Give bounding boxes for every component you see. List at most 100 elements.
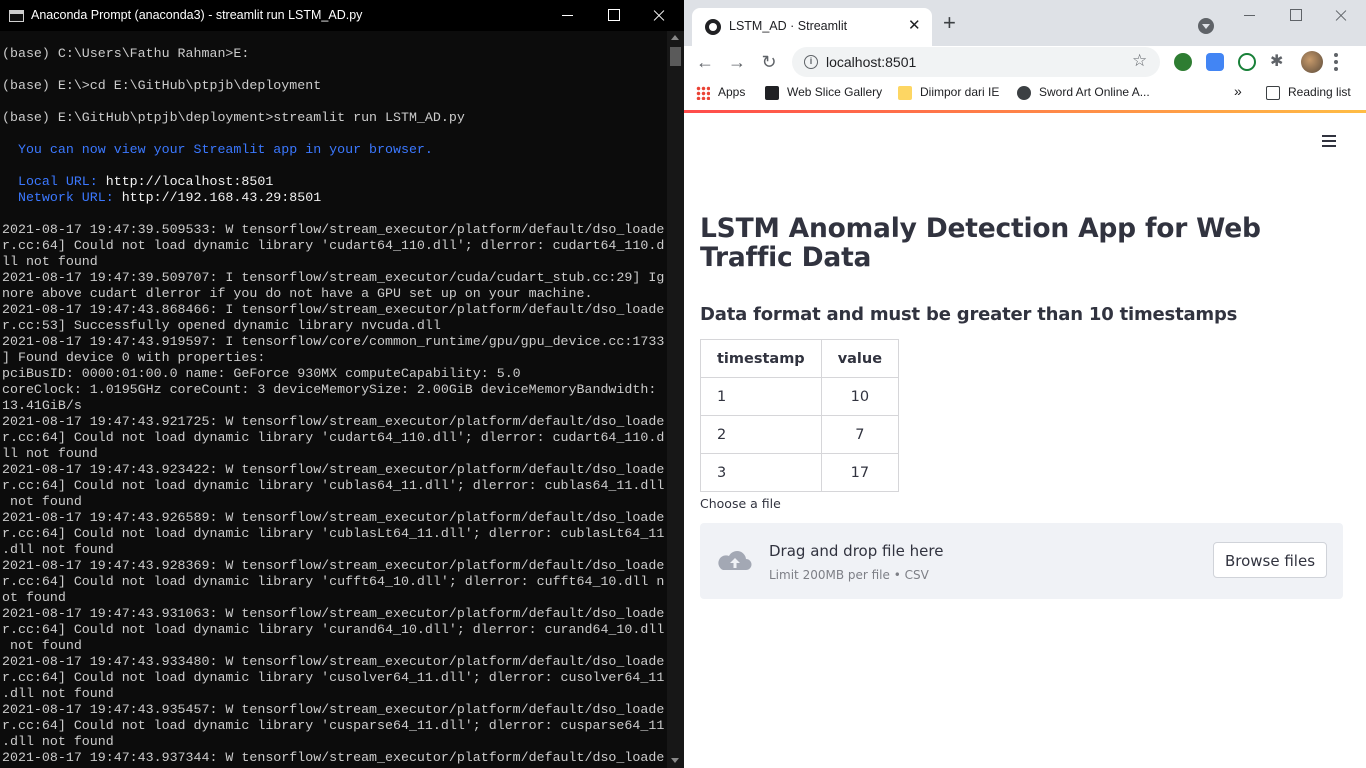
- scroll-up-icon[interactable]: [671, 35, 679, 40]
- bookmark-label: Reading list: [1288, 85, 1351, 99]
- terminal-line: nore above cudart dlerror if you do not …: [2, 286, 593, 301]
- terminal-window: Anaconda Prompt (anaconda3) - streamlit …: [0, 0, 684, 768]
- address-bar[interactable]: i localhost:8501 ☆: [792, 47, 1160, 77]
- example-data-table: timestamp value 1 10 2 7 3 17: [700, 339, 900, 492]
- browser-menu-icon[interactable]: [1334, 50, 1340, 74]
- tab-search-icon[interactable]: [1198, 18, 1214, 34]
- url-value: http://localhost:8501: [97, 174, 274, 189]
- browser-minimize-button[interactable]: [1226, 0, 1272, 32]
- table-cell: 3: [700, 453, 822, 492]
- table-row: 2 7: [700, 415, 900, 454]
- terminal-line: .dll not found: [2, 734, 114, 749]
- terminal-line: You can now view your Streamlit app in y…: [2, 142, 433, 157]
- forward-arrow-icon[interactable]: →: [725, 50, 749, 74]
- bookmark-star-icon[interactable]: ☆: [1132, 51, 1147, 71]
- terminal-line: ll not found: [2, 446, 98, 461]
- url-label: Local URL:: [2, 174, 98, 189]
- terminal-line: r.cc:64] Could not load dynamic library …: [2, 718, 665, 733]
- bookmark-folder-diimpor[interactable]: Diimpor dari IE: [898, 85, 999, 100]
- folder-icon: [898, 85, 912, 100]
- back-arrow-icon[interactable]: ←: [693, 50, 717, 74]
- terminal-line: ] Found device 0 with properties:: [2, 350, 266, 365]
- table-header-row: timestamp value: [700, 339, 900, 378]
- bookmark-web-slice-gallery[interactable]: Web Slice Gallery: [765, 85, 882, 100]
- tab-title: LSTM_AD · Streamlit: [729, 19, 848, 33]
- tab-close-icon[interactable]: ✕: [908, 18, 921, 34]
- hamburger-menu-icon[interactable]: [1322, 135, 1336, 147]
- terminal-line: r.cc:64] Could not load dynamic library …: [2, 238, 665, 253]
- table-cell: 10: [820, 377, 900, 416]
- terminal-line: r.cc:64] Could not load dynamic library …: [2, 430, 665, 445]
- bookmark-apps[interactable]: Apps: [696, 85, 745, 100]
- browser-maximize-button[interactable]: [1272, 0, 1318, 32]
- terminal-line: not found: [2, 494, 82, 509]
- terminal-line: 2021-08-17 19:47:43.926589: W tensorflow…: [2, 510, 665, 525]
- terminal-line: r.cc:64] Could not load dynamic library …: [2, 574, 665, 589]
- extension-globe-icon[interactable]: [1174, 53, 1192, 71]
- maximize-button[interactable]: [590, 0, 636, 31]
- terminal-line: .dll not found: [2, 686, 114, 701]
- table-cell: 1: [700, 377, 822, 416]
- upload-limit-text: Limit 200MB per file • CSV: [769, 568, 929, 582]
- terminal-line: .dll not found: [2, 542, 114, 557]
- terminal-line: 2021-08-17 19:47:43.923422: W tensorflow…: [2, 462, 665, 477]
- bookmark-sword-art-online[interactable]: Sword Art Online A...: [1017, 85, 1150, 100]
- tab-streamlit[interactable]: LSTM_AD · Streamlit ✕: [692, 8, 932, 46]
- minimize-button[interactable]: [544, 0, 590, 31]
- google-translate-icon[interactable]: [1206, 53, 1224, 71]
- reload-icon[interactable]: ↻: [757, 50, 781, 74]
- terminal-output[interactable]: (base) C:\Users\Fathu Rahman>E: (base) E:…: [2, 46, 666, 768]
- profile-avatar[interactable]: [1301, 51, 1323, 73]
- page-title: LSTM Anomaly Detection App for Web Traff…: [700, 213, 1261, 273]
- browse-files-button[interactable]: Browse files: [1213, 542, 1327, 578]
- web-slice-icon: [765, 85, 779, 100]
- terminal-line: 2021-08-17 19:47:43.937344: W tensorflow…: [2, 750, 665, 765]
- terminal-line: r.cc:64] Could not load dynamic library …: [2, 478, 665, 493]
- terminal-line: (base) E:\GitHub\ptpjb\deployment>stream…: [2, 110, 465, 125]
- close-button[interactable]: [636, 0, 682, 31]
- terminal-line: 2021-08-17 19:47:43.933480: W tensorflow…: [2, 654, 665, 669]
- terminal-line: 2021-08-17 19:47:43.921725: W tensorflow…: [2, 414, 665, 429]
- column-header-value: value: [820, 339, 900, 378]
- terminal-line: 2021-08-17 19:47:39.509707: I tensorflow…: [2, 270, 665, 285]
- globe-icon: [1017, 85, 1031, 100]
- terminal-line: 2021-08-17 19:47:43.935457: W tensorflow…: [2, 702, 665, 717]
- terminal-titlebar[interactable]: Anaconda Prompt (anaconda3) - streamlit …: [0, 0, 684, 31]
- extension-grammar-icon[interactable]: [1238, 53, 1256, 71]
- file-dropzone[interactable]: Drag and drop file here Limit 200MB per …: [700, 523, 1343, 599]
- browser-window: LSTM_AD · Streamlit ✕ + ← → ↻ i localhos…: [684, 0, 1366, 768]
- site-info-icon[interactable]: i: [804, 55, 818, 69]
- bookmarks-overflow-icon[interactable]: »: [1234, 83, 1242, 99]
- terminal-line: Network URL: http://192.168.43.29:8501: [2, 190, 666, 206]
- browser-close-button[interactable]: [1318, 0, 1364, 32]
- terminal-line: 2021-08-17 19:47:43.931063: W tensorflow…: [2, 606, 665, 621]
- new-tab-plus-icon[interactable]: +: [943, 12, 956, 34]
- table-row: 1 10: [700, 377, 900, 416]
- terminal-scrollbar[interactable]: [667, 31, 684, 768]
- reading-list-button[interactable]: Reading list: [1266, 85, 1351, 100]
- terminal-line: r.cc:53] Successfully opened dynamic lib…: [2, 318, 441, 333]
- terminal-line: 2021-08-17 19:47:43.868466: I tensorflow…: [2, 302, 665, 317]
- terminal-line: 2021-08-17 19:47:43.919597: I tensorflow…: [2, 334, 665, 349]
- terminal-line: r.cc:64] Could not load dynamic library …: [2, 670, 665, 685]
- terminal-line: (base) E:\>cd E:\GitHub\ptpjb\deployment: [2, 78, 322, 93]
- bookmark-label: Web Slice Gallery: [787, 85, 883, 99]
- terminal-line: pciBusID: 0000:01:00.0 name: GeForce 930…: [2, 366, 521, 381]
- scrollbar-thumb[interactable]: [670, 47, 681, 66]
- table-row: 3 17: [700, 453, 900, 492]
- terminal-line: Local URL: http://localhost:8501: [2, 174, 666, 190]
- terminal-app-icon: [9, 10, 24, 22]
- column-header-timestamp: timestamp: [700, 339, 822, 378]
- terminal-line: ot found: [2, 590, 66, 605]
- extensions-puzzle-icon[interactable]: ✱: [1270, 51, 1288, 70]
- browser-toolbar: ← → ↻ i localhost:8501 ☆ ✱: [684, 46, 1366, 78]
- reading-list-icon: [1266, 85, 1280, 100]
- terminal-line: r.cc:64] Could not load dynamic library …: [2, 526, 665, 541]
- scroll-down-icon[interactable]: [671, 758, 679, 763]
- url-value: http://192.168.43.29:8501: [113, 190, 322, 205]
- url-text[interactable]: localhost:8501: [826, 54, 916, 70]
